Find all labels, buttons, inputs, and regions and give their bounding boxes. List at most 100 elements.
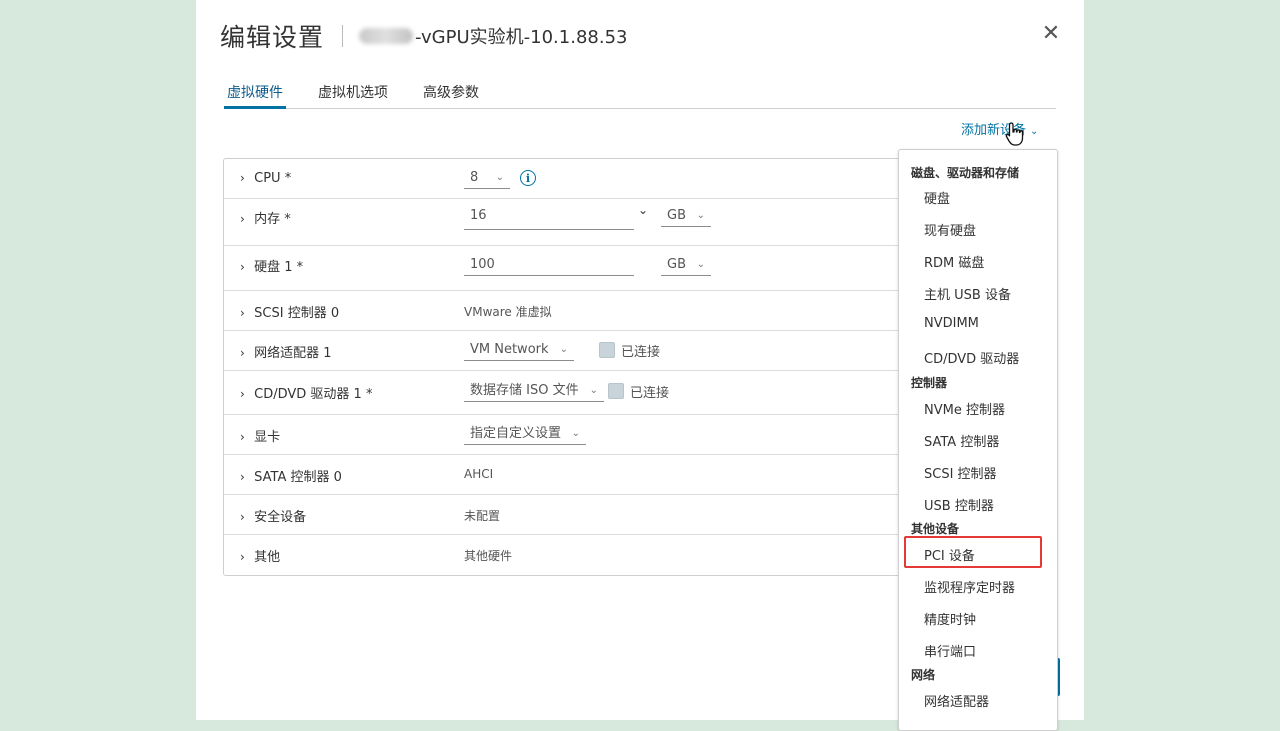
network-connected-label: 已连接 <box>621 345 661 360</box>
chevron-right-icon: › <box>240 346 245 360</box>
menu-item-hard-disk[interactable]: 硬盘 <box>924 188 950 207</box>
other-label-text: 其他 <box>254 550 281 565</box>
hw-label-network[interactable]: › 网络适配器 1 <box>240 342 332 361</box>
sata-label-text: SATA 控制器 0 <box>254 470 342 485</box>
chevron-down-icon: ⌄ <box>589 385 598 396</box>
hw-label-gpu[interactable]: › 显卡 <box>240 426 280 445</box>
title-divider <box>342 25 344 47</box>
virtual-hardware-table: › CPU * 8 ⌄ i › 内存 * 16 ⌄ GB ⌄ › 硬盘 1 * 10… <box>223 158 914 576</box>
menu-item-sata-controller[interactable]: SATA 控制器 <box>924 431 999 450</box>
security-value: 未配置 <box>464 509 501 523</box>
menu-header-other-devices: 其他设备 <box>911 522 960 536</box>
cddvd-connected-checkbox[interactable] <box>608 383 624 399</box>
disk-size-input[interactable]: 100 <box>464 256 634 276</box>
hw-row-cpu[interactable]: › CPU * 8 ⌄ i <box>224 159 914 199</box>
cddvd-source-select[interactable]: 数据存储 ISO 文件 ⌄ <box>464 382 604 402</box>
disk-unit-select[interactable]: GB ⌄ <box>661 256 711 276</box>
gpu-label-text: 显卡 <box>254 430 281 445</box>
add-new-device-button[interactable]: 添加新设备 ⌄ <box>961 119 1038 138</box>
hw-label-disk[interactable]: › 硬盘 1 * <box>240 256 303 275</box>
hw-label-security[interactable]: › 安全设备 <box>240 506 306 525</box>
hw-label-other[interactable]: › 其他 <box>240 546 280 565</box>
other-value: 其他硬件 <box>464 549 513 563</box>
menu-item-rdm-disk[interactable]: RDM 磁盘 <box>924 252 984 271</box>
menu-item-nvme-controller[interactable]: NVMe 控制器 <box>924 399 1005 418</box>
memory-input-underline <box>464 229 634 230</box>
chevron-down-icon: ⌄ <box>559 344 568 355</box>
memory-unit-select[interactable]: GB ⌄ <box>661 207 711 227</box>
disk-label-text: 硬盘 1 * <box>254 260 304 275</box>
memory-value: 16 <box>470 208 487 223</box>
dialog-title: 编辑设置 <box>220 23 325 52</box>
close-icon[interactable]: ✕ <box>1040 23 1062 45</box>
hw-row-other[interactable]: › 其他 其他硬件 <box>224 535 914 575</box>
hw-row-network[interactable]: › 网络适配器 1 VM Network ⌄ 已连接 <box>224 331 914 371</box>
menu-item-watchdog-timer[interactable]: 监视程序定时器 <box>924 577 1015 596</box>
menu-item-serial-port[interactable]: 串行端口 <box>924 641 976 660</box>
tab-bar: 虚拟硬件 虚拟机选项 高级参数 <box>224 82 1056 109</box>
hand-cursor-icon <box>1005 122 1024 146</box>
gpu-settings-value: 指定自定义设置 <box>470 426 562 441</box>
menu-item-scsi-controller[interactable]: SCSI 控制器 <box>924 463 997 482</box>
scsi-label-text: SCSI 控制器 0 <box>254 306 340 321</box>
menu-header-storage: 磁盘、驱动器和存储 <box>911 166 1020 180</box>
tab-advanced-parameters[interactable]: 高级参数 <box>423 82 479 108</box>
hw-row-gpu[interactable]: › 显卡 指定自定义设置 ⌄ <box>224 415 914 455</box>
cddvd-source-value: 数据存储 ISO 文件 <box>470 383 579 398</box>
tab-vm-options[interactable]: 虚拟机选项 <box>318 82 388 108</box>
disk-size-value: 100 <box>470 257 495 272</box>
hw-label-cddvd[interactable]: › CD/DVD 驱动器 1 * <box>240 383 372 402</box>
chevron-right-icon: › <box>240 550 245 564</box>
chevron-down-icon: ⌄ <box>571 428 580 439</box>
menu-item-network-adapter[interactable]: 网络适配器 <box>924 691 989 710</box>
menu-item-cddvd[interactable]: CD/DVD 驱动器 <box>924 348 1019 367</box>
chevron-down-icon: ⌄ <box>696 210 705 221</box>
memory-unit-value: GB <box>667 208 686 223</box>
hw-label-memory[interactable]: › 内存 * <box>240 208 291 227</box>
chevron-down-icon: ⌄ <box>495 172 504 183</box>
hw-label-sata[interactable]: › SATA 控制器 0 <box>240 466 342 485</box>
network-value: VM Network <box>470 342 549 357</box>
hw-row-sata[interactable]: › SATA 控制器 0 AHCI <box>224 455 914 495</box>
menu-item-host-usb[interactable]: 主机 USB 设备 <box>924 284 1011 303</box>
cpu-count-select[interactable]: 8 ⌄ <box>464 169 510 189</box>
vm-name: -vGPU实验机-10.1.88.53 <box>415 27 628 48</box>
redacted-name <box>359 28 414 44</box>
cpu-count-value: 8 <box>470 170 479 185</box>
cddvd-connected-label: 已连接 <box>630 386 670 401</box>
chevron-right-icon: › <box>240 306 245 320</box>
network-select[interactable]: VM Network ⌄ <box>464 341 574 361</box>
menu-header-controllers: 控制器 <box>911 376 948 390</box>
hw-row-security[interactable]: › 安全设备 未配置 <box>224 495 914 535</box>
info-icon[interactable]: i <box>520 170 536 186</box>
hw-label-scsi[interactable]: › SCSI 控制器 0 <box>240 302 339 321</box>
hw-label-cpu[interactable]: › CPU * <box>240 171 291 186</box>
menu-header-network: 网络 <box>911 668 936 682</box>
hw-row-memory[interactable]: › 内存 * 16 ⌄ GB ⌄ <box>224 199 914 246</box>
hw-row-scsi[interactable]: › SCSI 控制器 0 VMware 准虚拟 <box>224 291 914 331</box>
chevron-right-icon: › <box>240 510 245 524</box>
disk-unit-value: GB <box>667 257 686 272</box>
menu-item-nvdimm[interactable]: NVDIMM <box>924 316 979 331</box>
dialog-header: 编辑设置 -vGPU实验机-10.1.88.53 <box>220 18 627 54</box>
chevron-right-icon: › <box>240 260 245 274</box>
tab-virtual-hardware[interactable]: 虚拟硬件 <box>224 82 286 109</box>
cddvd-label-text: CD/DVD 驱动器 1 * <box>254 387 373 402</box>
pci-device-highlight-box <box>904 536 1042 568</box>
gpu-settings-select[interactable]: 指定自定义设置 ⌄ <box>464 425 586 445</box>
chevron-down-icon: ⌄ <box>696 259 705 270</box>
chevron-right-icon: › <box>240 470 245 484</box>
hw-row-cddvd[interactable]: › CD/DVD 驱动器 1 * 数据存储 ISO 文件 ⌄ 已连接 <box>224 371 914 415</box>
cpu-label-text: CPU * <box>254 171 292 186</box>
memory-label-text: 内存 * <box>254 212 291 227</box>
chevron-down-icon: ⌄ <box>1030 126 1039 137</box>
chevron-right-icon: › <box>240 171 245 185</box>
hw-row-disk[interactable]: › 硬盘 1 * 100 GB ⌄ <box>224 246 914 291</box>
memory-input[interactable]: 16 <box>464 207 634 227</box>
chevron-down-icon[interactable]: ⌄ <box>638 203 648 217</box>
menu-item-existing-disk[interactable]: 现有硬盘 <box>924 220 976 239</box>
menu-item-usb-controller[interactable]: USB 控制器 <box>924 495 994 514</box>
network-connected-checkbox[interactable] <box>599 342 615 358</box>
chevron-right-icon: › <box>240 387 245 401</box>
menu-item-precision-clock[interactable]: 精度时钟 <box>924 609 976 628</box>
